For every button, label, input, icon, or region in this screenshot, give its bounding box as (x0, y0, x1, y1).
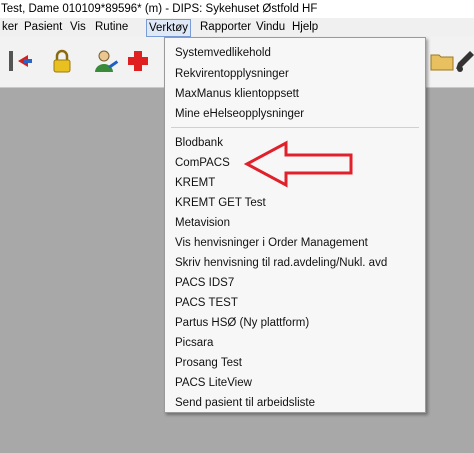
menu-gutter (165, 38, 169, 412)
menu-item-rapporter[interactable]: Rapporter (200, 18, 251, 37)
menu-option[interactable]: Systemvedlikehold (175, 44, 271, 62)
menu-option[interactable]: Vis henvisninger i Order Management (175, 234, 368, 252)
menu-item-rutine[interactable]: Rutine (95, 18, 128, 37)
menu-option[interactable]: Prosang Test (175, 354, 242, 372)
menu-option[interactable]: Skriv henvisning til rad.avdeling/Nukl. … (175, 254, 387, 272)
menu-option[interactable]: Picsara (175, 334, 213, 352)
menu-option[interactable]: Blodbank (175, 134, 223, 152)
menu-bar: ker Pasient Vis Rutine Verktøy Rapporter… (0, 18, 474, 37)
menu-item-verktoy[interactable]: Verktøy (146, 19, 191, 37)
menu-option[interactable]: PACS IDS7 (175, 274, 234, 292)
menu-option[interactable]: Metavision (175, 214, 230, 232)
menu-option[interactable]: Partus HSØ (Ny plattform) (175, 314, 309, 332)
menu-option[interactable]: Rekvirentopplysninger (175, 65, 289, 83)
verktoy-dropdown-menu: Systemvedlikehold Rekvirentopplysninger … (164, 37, 426, 413)
menu-item-vis[interactable]: Vis (70, 18, 86, 37)
window-title: Test, Dame 010109*89596* (m) - DIPS: Syk… (0, 0, 474, 18)
menu-item-vindu[interactable]: Vindu (256, 18, 285, 37)
user-edit-icon[interactable] (92, 47, 120, 75)
pen-icon[interactable] (450, 47, 474, 75)
menu-option[interactable]: KREMT GET Test (175, 194, 266, 212)
lock-icon[interactable] (48, 47, 76, 75)
annotation-arrow (244, 140, 353, 188)
swap-arrow-icon[interactable] (6, 47, 34, 75)
menu-option-compacs[interactable]: ComPACS (175, 154, 230, 172)
menu-option[interactable]: Mine eHelseopplysninger (175, 105, 304, 123)
menu-item-hjelp[interactable]: Hjelp (292, 18, 318, 37)
menu-option[interactable]: PACS TEST (175, 294, 238, 312)
menu-item-pasient[interactable]: Pasient (24, 18, 62, 37)
red-cross-icon[interactable] (124, 47, 152, 75)
menu-option[interactable]: KREMT (175, 174, 215, 192)
menu-item-ker[interactable]: ker (2, 18, 18, 37)
menu-separator (171, 127, 419, 128)
menu-option[interactable]: Send pasient til arbeidsliste (175, 394, 315, 412)
menu-option[interactable]: PACS LiteView (175, 374, 252, 392)
menu-option[interactable]: MaxManus klientoppsett (175, 85, 299, 103)
